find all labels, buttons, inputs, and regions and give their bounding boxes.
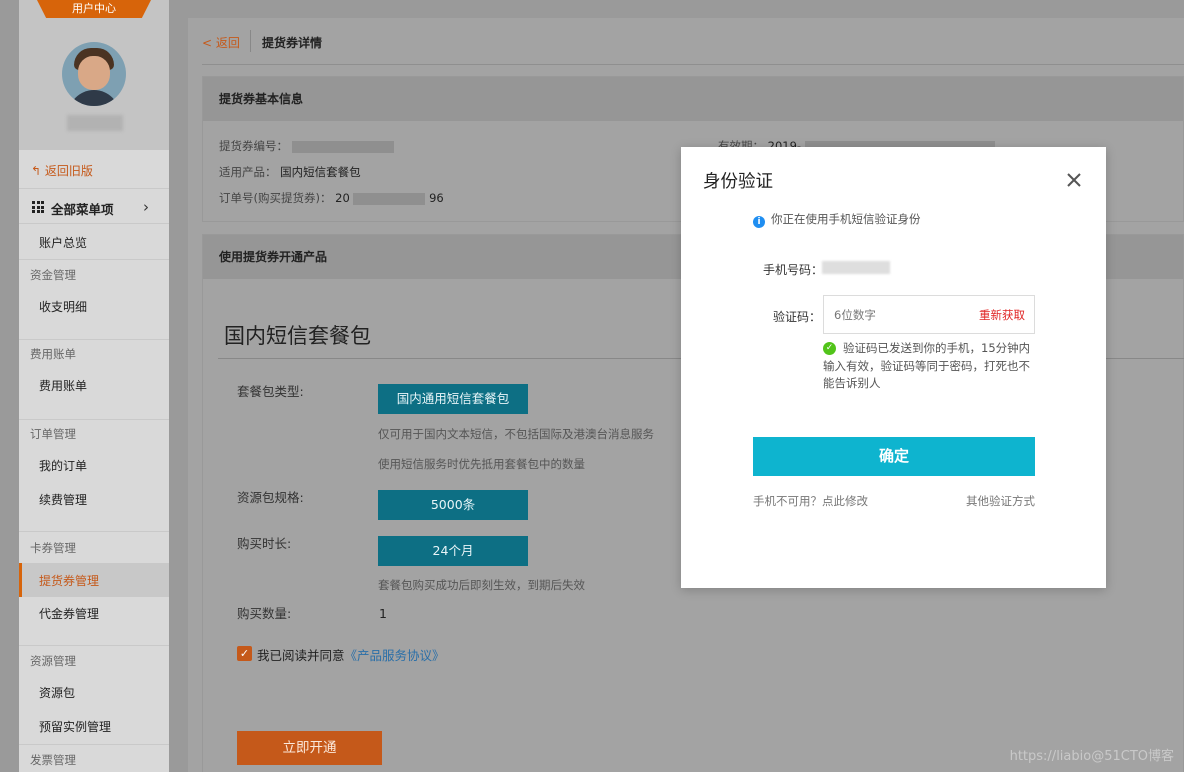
qty-value: 1 (379, 606, 387, 621)
avatar[interactable] (62, 42, 126, 106)
modal-title: 身份验证 (703, 172, 773, 192)
duration-option[interactable]: 24个月 (378, 536, 528, 566)
sidebar-item-cash-coupons[interactable]: 代金券管理 (39, 605, 99, 622)
resend-code-link[interactable]: 重新获取 (979, 307, 1025, 323)
username-masked (67, 115, 123, 131)
back-arrow-icon: ↰ (31, 164, 42, 178)
package-hint-2: 使用短信服务时优先抵用套餐包中的数量 (378, 457, 585, 471)
page-title: 提货券详情 (262, 36, 323, 50)
watermark: https://liabio@51CTO博客 (1009, 749, 1174, 764)
qty-label: 购买数量: (237, 606, 292, 621)
order-row: 订单号(购买提货券)： 20 96 (219, 191, 444, 205)
duration-hint: 套餐包购买成功后即刻生效，到期后失效 (378, 578, 585, 592)
sidebar-group-orders: 订单管理 (30, 427, 76, 441)
sidebar-item-bills[interactable]: 费用账单 (39, 377, 87, 394)
chevron-right-icon: › (143, 198, 149, 216)
voucher-no-masked (291, 140, 394, 153)
duration-label: 购买时长: (237, 536, 292, 551)
sidebar-group-billing: 费用账单 (30, 347, 76, 361)
sidebar-group-resources: 资源管理 (30, 654, 76, 668)
all-menu-button[interactable]: 全部菜单项 › (19, 188, 169, 224)
phone-number-masked (822, 261, 890, 274)
package-hint-1: 仅可用于国内文本短信，不包括国际及港澳台消息服务 (378, 427, 654, 441)
package-type-option[interactable]: 国内通用短信套餐包 (378, 384, 528, 414)
phone-unavailable-link[interactable]: 手机不可用？点此修改 (753, 493, 868, 509)
spec-option[interactable]: 5000条 (378, 490, 528, 520)
sidebar-item-resource-packs[interactable]: 资源包 (39, 684, 75, 701)
package-type-label: 套餐包类型: (237, 384, 304, 399)
product-row: 适用产品： 国内短信套餐包 (219, 165, 361, 179)
code-label: 验证码： (773, 310, 822, 324)
code-field: 重新获取 (823, 295, 1035, 334)
code-sent-message: 验证码已发送到你的手机，15分钟内输入有效，验证码等同于密码，打死也不能告诉别人 (823, 341, 1031, 390)
back-old-version-link[interactable]: ↰ 返回旧版 (31, 162, 93, 179)
sidebar-item-account-overview[interactable]: 账户总览 (39, 234, 87, 251)
all-menu-label: 全部菜单项 (51, 202, 114, 217)
verification-notice: i 你正在使用手机短信验证身份 (753, 211, 921, 228)
sidebar-item-renewals[interactable]: 续费管理 (39, 491, 87, 508)
open-now-button[interactable]: 立即开通 (237, 731, 382, 765)
identity-verification-modal: 身份验证 i你正在使用手机短信验证身份 手机号码： 验证码： 重新获取 ✓ 验证… (681, 147, 1106, 588)
sidebar-group-funds: 资金管理 (30, 268, 76, 282)
sidebar-item-reserved-instances[interactable]: 预留实例管理 (39, 718, 111, 735)
sidebar-group-coupons: 卡券管理 (30, 541, 76, 555)
sidebar: 用户中心 ↰ 返回旧版 全部菜单项 › 账户总览 资金管理 收支明细 费用账单 … (19, 0, 169, 772)
sidebar-group-invoices: 发票管理 (30, 753, 76, 767)
info-icon: i (753, 216, 765, 228)
confirm-button[interactable]: 确定 (753, 437, 1035, 476)
phone-label: 手机号码： (763, 263, 824, 277)
spec-label: 资源包规格: (237, 490, 304, 505)
basic-info-header: 提货券基本信息 (203, 77, 1183, 121)
agree-text: 我已阅读并同意《产品服务协议》 (257, 648, 445, 663)
page-header: < 返回 提货券详情 (188, 18, 1184, 66)
code-input[interactable] (824, 296, 964, 333)
sidebar-item-my-orders[interactable]: 我的订单 (39, 457, 87, 474)
service-agreement-link[interactable]: 《产品服务协议》 (345, 648, 445, 663)
other-methods-link[interactable]: 其他验证方式 (966, 493, 1035, 509)
sidebar-item-vouchers[interactable]: 提货券管理 (19, 563, 169, 597)
close-icon[interactable] (1065, 171, 1083, 189)
user-center-banner: 用户中心 (37, 0, 151, 18)
back-link[interactable]: < 返回 (202, 34, 240, 51)
agree-checkbox[interactable]: ✓ (237, 646, 252, 661)
order-no-masked (353, 192, 426, 205)
grid-icon (32, 201, 44, 213)
profile-panel (19, 0, 169, 150)
product-title: 国内短信套餐包 (224, 324, 371, 348)
voucher-no-row: 提货券编号： (219, 138, 394, 154)
sidebar-item-transactions[interactable]: 收支明细 (39, 298, 87, 315)
